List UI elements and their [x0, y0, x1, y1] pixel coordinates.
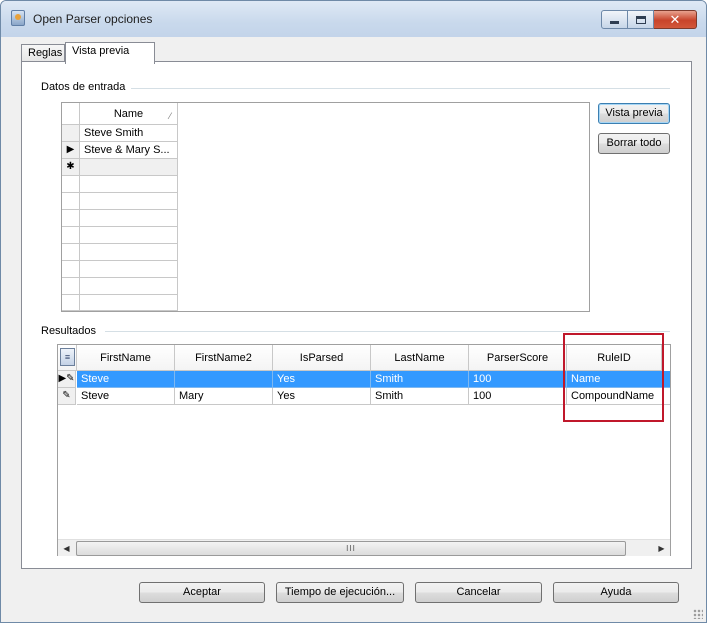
column-header-ruleid[interactable]: RuleID [567, 345, 662, 371]
preview-button[interactable]: Vista previa [598, 103, 670, 124]
new-row-icon[interactable]: ✱ [62, 159, 80, 176]
input-group-label: Datos de entrada [41, 81, 132, 93]
accept-button[interactable]: Aceptar [139, 582, 265, 603]
results-grid-corner: ≡ [58, 345, 77, 371]
grid-settings-icon[interactable]: ≡ [60, 348, 75, 366]
cell-firstname[interactable]: Steve [77, 371, 175, 388]
cell-isparsed[interactable]: Yes [273, 388, 371, 405]
input-grid-empty-row [62, 261, 178, 278]
minimize-icon [610, 21, 619, 24]
runtime-button[interactable]: Tiempo de ejecución... [276, 582, 404, 603]
input-grid-corner [62, 103, 80, 125]
column-header-isparsed[interactable]: IsParsed [273, 345, 371, 371]
edit-row-icon[interactable]: ▶✎ [58, 371, 76, 388]
maximize-icon [635, 15, 646, 24]
minimize-button[interactable] [601, 10, 628, 29]
resize-grip-icon[interactable] [693, 609, 703, 619]
cancel-button[interactable]: Cancelar [415, 582, 542, 603]
edit-pencil-icon[interactable]: ✎ [58, 388, 76, 405]
help-button[interactable]: Ayuda [553, 582, 679, 603]
title-bar[interactable]: Open Parser opciones ✕ [1, 1, 706, 37]
input-group-divider [131, 88, 670, 89]
results-group-divider [105, 331, 670, 332]
input-grid-new-row[interactable]: ✱ [62, 159, 178, 176]
input-grid-empty-row [62, 244, 178, 261]
input-grid-empty-row [62, 176, 178, 193]
input-grid-cell-name[interactable]: Steve Smith [80, 125, 178, 142]
window-title: Open Parser opciones [33, 12, 153, 26]
input-grid-empty-row [62, 278, 178, 295]
input-grid-cell-name[interactable] [80, 159, 178, 176]
options-dialog-window: Open Parser opciones ✕ Reglas Vista prev… [0, 0, 707, 623]
cell-firstname[interactable]: Steve [77, 388, 175, 405]
close-icon: ✕ [669, 12, 681, 27]
input-grid-empty-row [62, 227, 178, 244]
scroll-left-arrow-icon[interactable]: ◀ [58, 540, 75, 557]
input-grid-empty-row [62, 295, 178, 312]
column-header-firstname2[interactable]: FirstName2 [175, 345, 273, 371]
maximize-button[interactable] [628, 10, 654, 29]
cell-parserscore[interactable]: 100 [469, 388, 567, 405]
scroll-thumb[interactable]: III [76, 541, 626, 556]
results-data-grid[interactable]: ≡ FirstName FirstName2 IsParsed LastName… [57, 344, 671, 556]
column-header-parserscore[interactable]: ParserScore [469, 345, 567, 371]
cell-parserscore[interactable]: 100 [469, 371, 567, 388]
cell-ruleid[interactable]: Name [567, 371, 670, 388]
cell-isparsed[interactable]: Yes [273, 371, 371, 388]
row-header[interactable] [62, 125, 80, 142]
cell-firstname2[interactable]: Mary [175, 388, 273, 405]
cell-lastname[interactable]: Smith [371, 371, 469, 388]
column-resize-icon: ⁄ [169, 111, 171, 121]
close-button[interactable]: ✕ [654, 10, 697, 29]
results-group-label: Resultados [41, 325, 103, 337]
tab-vista-previa[interactable]: Vista previa [65, 42, 155, 64]
column-header-firstname[interactable]: FirstName [77, 345, 175, 371]
input-grid-row[interactable]: ▶ Steve & Mary S... [62, 142, 178, 159]
input-grid-header-label: Name [113, 108, 144, 120]
cell-ruleid[interactable]: CompoundName [567, 388, 670, 405]
horizontal-scrollbar[interactable]: ◀ III ▶ [58, 539, 670, 556]
input-grid-empty-row [62, 193, 178, 210]
input-grid-empty-row [62, 210, 178, 227]
input-grid-cell-name[interactable]: Steve & Mary S... [80, 142, 178, 159]
input-grid-row[interactable]: Steve Smith [62, 125, 178, 142]
column-header-lastname[interactable]: LastName [371, 345, 469, 371]
current-row-icon[interactable]: ▶ [62, 142, 80, 159]
clear-all-button[interactable]: Borrar todo [598, 133, 670, 154]
app-icon [11, 10, 25, 26]
cell-firstname2[interactable] [175, 371, 273, 388]
input-grid-header-name[interactable]: Name ⁄ [80, 103, 178, 125]
scroll-right-arrow-icon[interactable]: ▶ [653, 540, 670, 557]
cell-lastname[interactable]: Smith [371, 388, 469, 405]
input-data-grid[interactable]: Name ⁄ Steve Smith ▶ Steve & Mary S... ✱ [61, 102, 590, 312]
results-grid-header: ≡ FirstName FirstName2 IsParsed LastName… [58, 345, 670, 371]
